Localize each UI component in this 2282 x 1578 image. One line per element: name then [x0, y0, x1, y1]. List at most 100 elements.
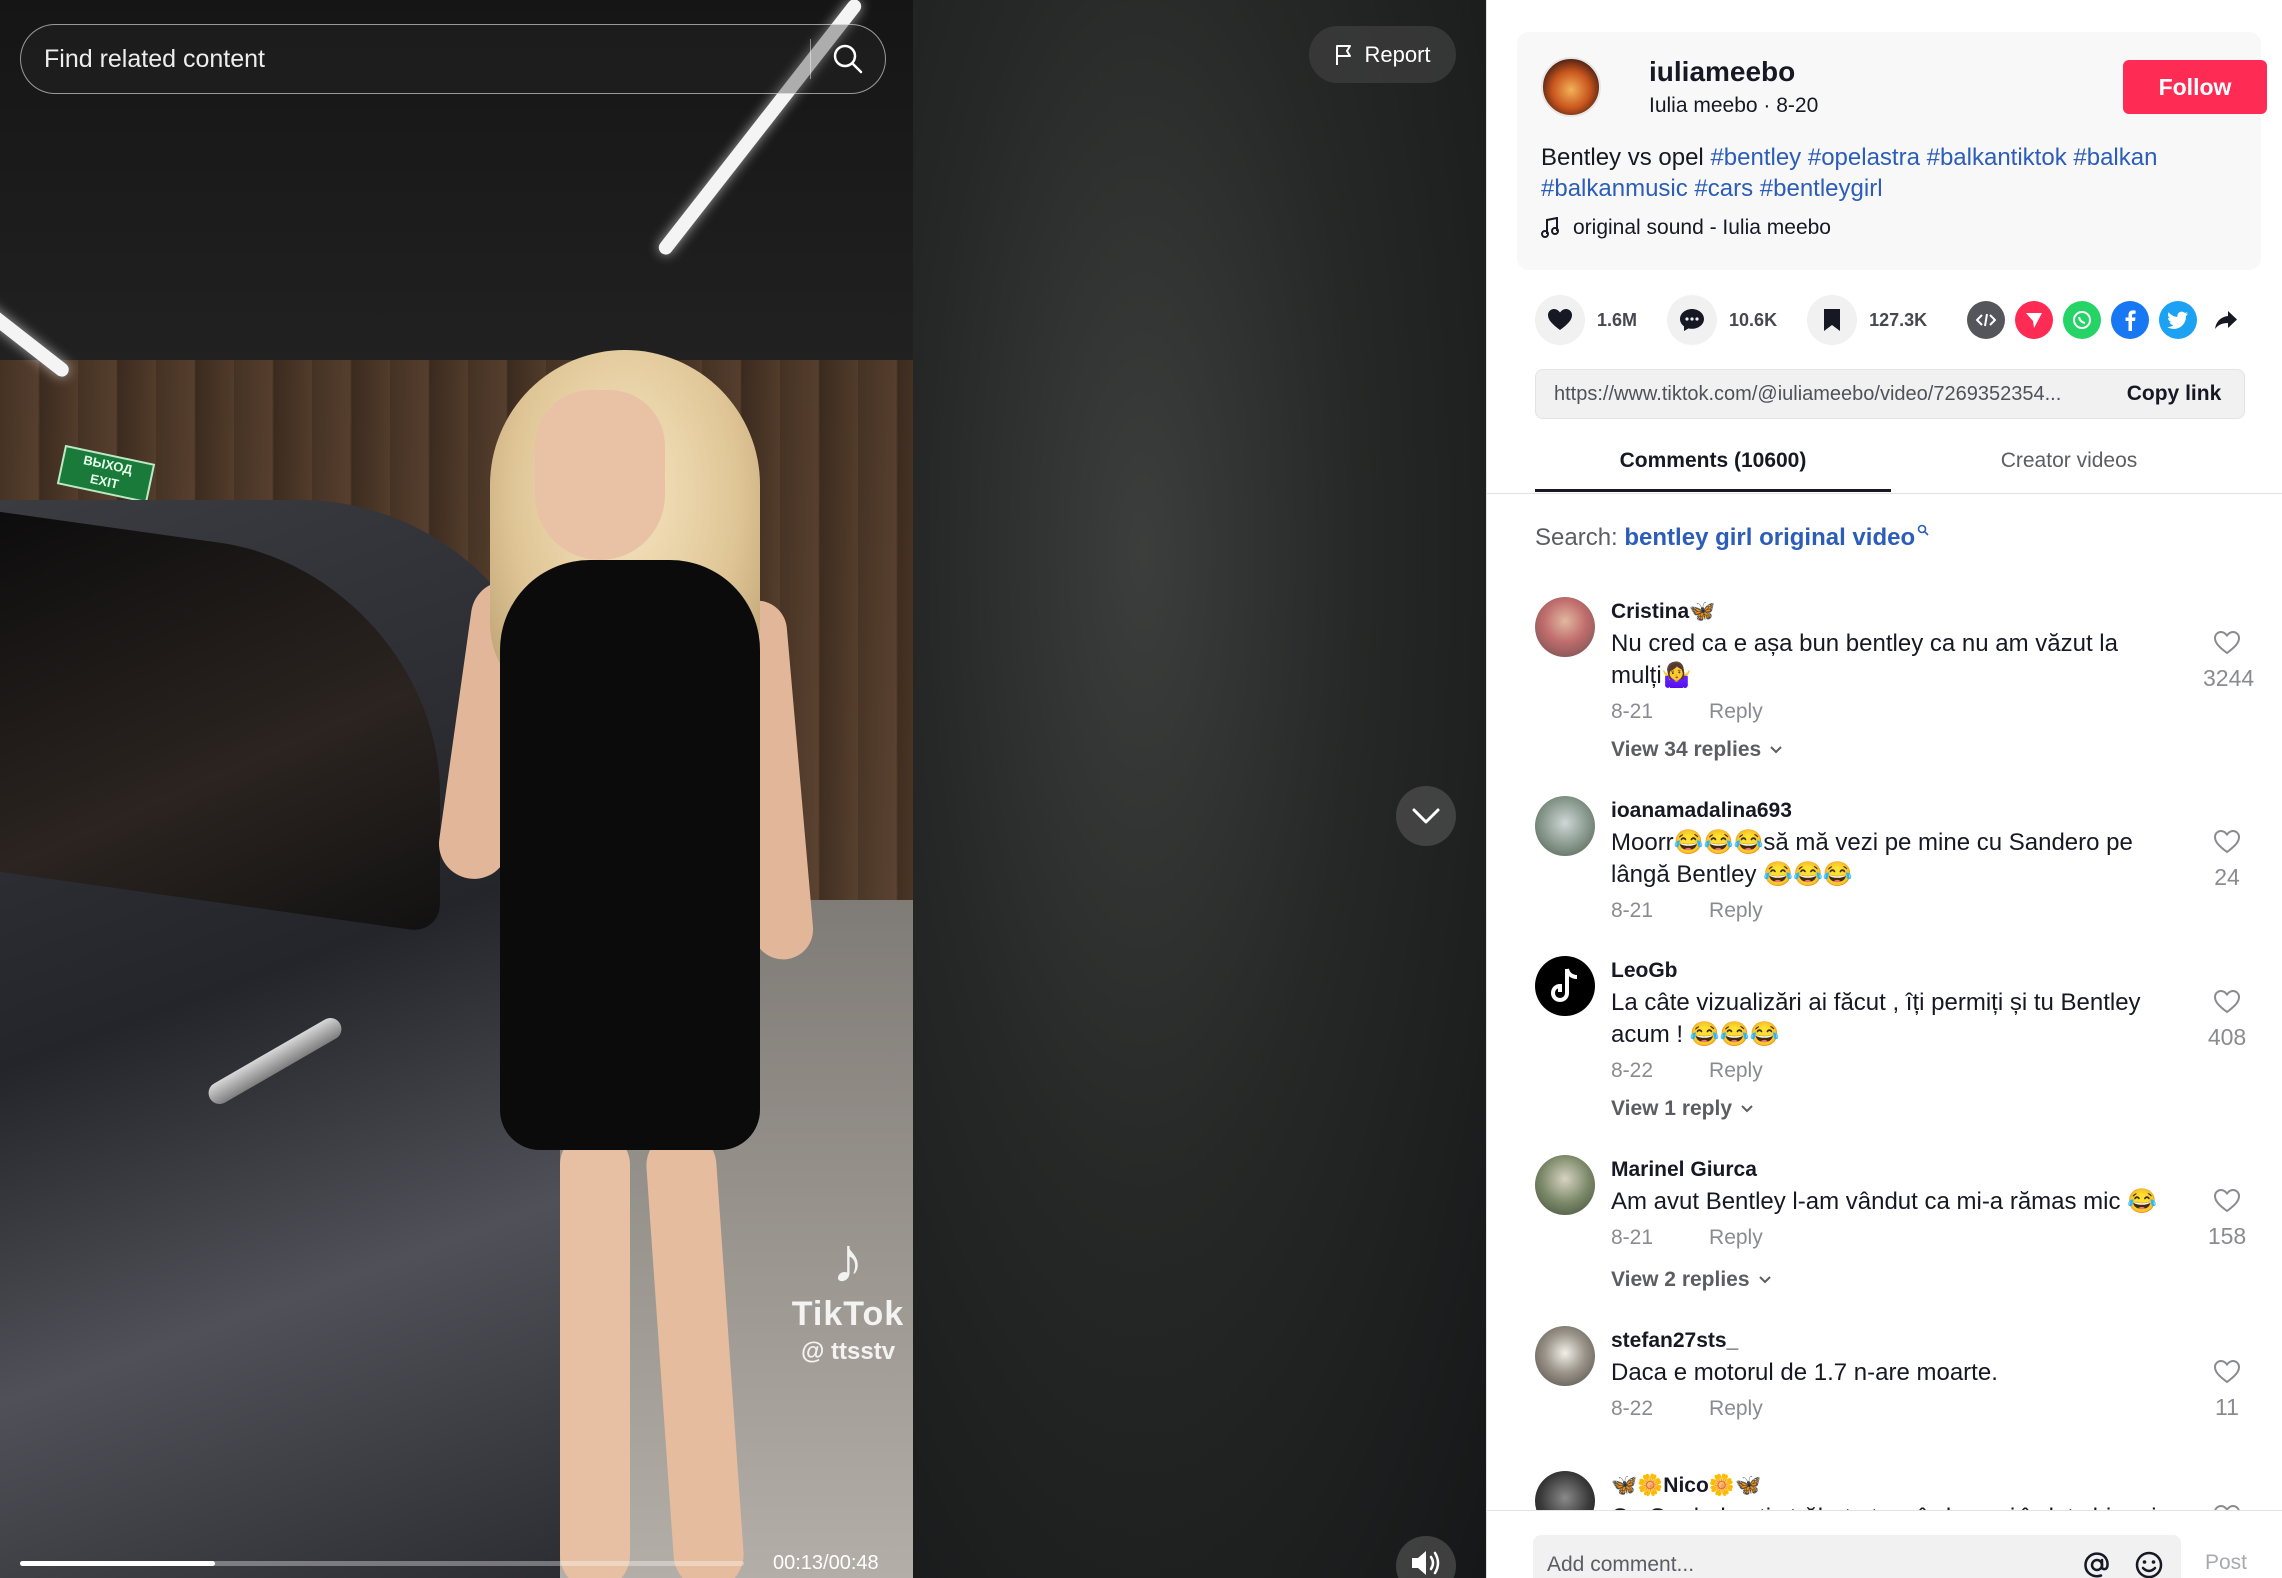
next-video-button[interactable]	[1396, 786, 1456, 846]
comment-like-count: 158	[2207, 1223, 2247, 1249]
search-button[interactable]	[811, 24, 885, 94]
commenter-avatar[interactable]	[1535, 597, 1595, 657]
related-search-link[interactable]: bentley girl original video	[1624, 524, 1915, 551]
follow-button[interactable]: Follow	[2123, 60, 2267, 114]
hashtag[interactable]: #balkan	[2073, 144, 2157, 171]
author-username[interactable]: iuliameebo	[1649, 56, 1795, 88]
video-link-url[interactable]: https://www.tiktok.com/@iuliameebo/video…	[1536, 383, 2104, 406]
tab-creator-videos[interactable]: Creator videos	[1891, 430, 2247, 492]
embed-icon[interactable]	[1967, 301, 2006, 339]
mention-icon[interactable]	[2077, 1545, 2117, 1578]
search-input[interactable]	[21, 44, 810, 74]
search-bar	[20, 24, 886, 94]
comment-text: Nu cred ca e așa bun bentley ca nu am vă…	[1611, 630, 2118, 689]
video-time: 00:13/00:48	[773, 1552, 879, 1574]
comment-input[interactable]	[1533, 1553, 2077, 1577]
comment-like-button[interactable]: 11	[2203, 1359, 2251, 1421]
video-player[interactable]: ВЫХОД EXIT ♪ TikTok @ ttsstv	[0, 0, 913, 1578]
hashtag[interactable]: #balkanmusic	[1541, 175, 1688, 202]
facebook-icon[interactable]	[2111, 301, 2150, 339]
view-replies-button[interactable]: View 34 replies	[1611, 738, 1783, 762]
related-search-label: Search:	[1535, 524, 1625, 551]
comment-input-box	[1533, 1535, 2181, 1578]
commenter-avatar[interactable]	[1535, 1326, 1595, 1386]
reply-button[interactable]: Reply	[1709, 1397, 1763, 1421]
author-card: iuliameebo Iulia meebo · 8-20 Follow Ben…	[1517, 32, 2267, 270]
reply-button[interactable]: Reply	[1709, 1226, 1763, 1250]
like-button[interactable]	[1535, 295, 1585, 345]
watermark-brand: TikTok	[791, 1295, 905, 1333]
hashtag[interactable]: #bentley	[1710, 144, 1801, 171]
commenter-username[interactable]: Cristina🦋	[1611, 600, 1715, 624]
like-action[interactable]: 1.6M	[1535, 295, 1637, 345]
commenter-username[interactable]: 🦋🌼Nico🌼🦋	[1611, 1474, 1761, 1498]
view-replies-button[interactable]: View 2 replies	[1611, 1268, 1772, 1292]
reply-button[interactable]: Reply	[1709, 899, 1763, 923]
report-button[interactable]: Report	[1309, 26, 1456, 83]
commenter-avatar[interactable]	[1535, 956, 1595, 1016]
search-icon	[1917, 524, 1929, 536]
commenter-username[interactable]: ioanamadalina693	[1611, 799, 1792, 823]
comment-action[interactable]: 10.6K	[1667, 295, 1777, 345]
video-progress-bar[interactable]	[20, 1561, 744, 1566]
commenter-avatar[interactable]	[1535, 1155, 1595, 1215]
comment-bar: Post	[1487, 1510, 2282, 1578]
comment-item: 🦋🌼Nico🌼🦋 Cu Opel-ul poti străbate tara î…	[1535, 1462, 2251, 1510]
comment-like-count: 24	[2214, 864, 2240, 890]
commenter-avatar[interactable]	[1535, 1471, 1595, 1510]
post-button[interactable]: Post	[2205, 1551, 2247, 1575]
copy-link-button[interactable]: Copy link	[2104, 382, 2244, 406]
chevron-down-icon	[1770, 746, 1782, 754]
hashtag[interactable]: #balkantiktok	[1927, 144, 2067, 171]
comment-like-button[interactable]: 24	[2203, 829, 2251, 891]
commenter-username[interactable]: Marinel Giurca	[1611, 1158, 1757, 1182]
view-replies-label: View 1 reply	[1611, 1097, 1733, 1120]
hashtag[interactable]: #bentleygirl	[1760, 175, 1883, 202]
tiktok-logo-icon	[1550, 968, 1578, 1003]
heart-outline-icon	[2213, 829, 2241, 854]
reply-button[interactable]: Reply	[1709, 700, 1763, 724]
author-avatar[interactable]	[1541, 57, 1601, 117]
comment-like-button[interactable]: 3244	[2203, 630, 2254, 692]
comment-like-button[interactable]: 408	[2203, 989, 2251, 1051]
comment-meta: 8-21 Reply	[1611, 1226, 1763, 1250]
video-person	[500, 560, 760, 1150]
video-progress-fill	[20, 1561, 216, 1566]
whatsapp-icon[interactable]	[2063, 301, 2102, 339]
music-note-icon	[1541, 217, 1559, 238]
save-button[interactable]	[1807, 295, 1858, 345]
video-blurred-backdrop	[913, 0, 1486, 1578]
share-arrow-icon[interactable]	[2207, 301, 2245, 339]
comments-list: Cristina🦋 Nu cred ca e așa bun bentley c…	[1487, 580, 2282, 1510]
heart-outline-icon	[2213, 1359, 2241, 1384]
tab-comments[interactable]: Comments (10600)	[1535, 430, 1891, 492]
heart-outline-icon	[2213, 630, 2241, 655]
twitter-icon[interactable]	[2159, 301, 2198, 339]
comment-text: Am avut Bentley l-am vândut ca mi-a răma…	[1611, 1188, 2158, 1215]
chevron-down-icon	[1758, 1276, 1771, 1284]
actions-row: 1.6M 10.6K 127.3K	[1535, 294, 2275, 346]
view-replies-button[interactable]: View 1 reply	[1611, 1097, 1754, 1121]
flag-icon	[1336, 44, 1352, 65]
hashtag[interactable]: #cars	[1694, 175, 1753, 202]
commenter-avatar[interactable]	[1535, 796, 1595, 856]
reply-button[interactable]: Reply	[1709, 1059, 1763, 1083]
commenter-username[interactable]: stefan27sts_	[1611, 1329, 1738, 1353]
emoji-icon[interactable]	[2129, 1545, 2169, 1578]
comment-date: 8-22	[1611, 1059, 1654, 1082]
comment-like-button[interactable]: 158	[2203, 1188, 2251, 1250]
hashtag[interactable]: #opelastra	[1808, 144, 1920, 171]
heart-icon	[1548, 309, 1572, 330]
sound-link[interactable]: original sound - Iulia meebo	[1541, 216, 1831, 240]
save-count: 127.3K	[1869, 309, 1928, 330]
comment-button[interactable]	[1667, 295, 1718, 345]
commenter-username[interactable]: LeoGb	[1611, 959, 1678, 983]
link-box: https://www.tiktok.com/@iuliameebo/video…	[1535, 369, 2245, 419]
search-icon	[833, 44, 863, 74]
comment-meta: 8-22 Reply	[1611, 1059, 1763, 1083]
video-area: ВЫХОД EXIT ♪ TikTok @ ttsstv Report	[0, 0, 1486, 1578]
send-icon[interactable]	[2015, 301, 2054, 339]
side-panel: iuliameebo Iulia meebo · 8-20 Follow Ben…	[1486, 0, 2282, 1578]
save-action[interactable]: 127.3K	[1807, 295, 1927, 345]
video-caption: Bentley vs opel #bentley #opelastra #bal…	[1541, 142, 2241, 204]
